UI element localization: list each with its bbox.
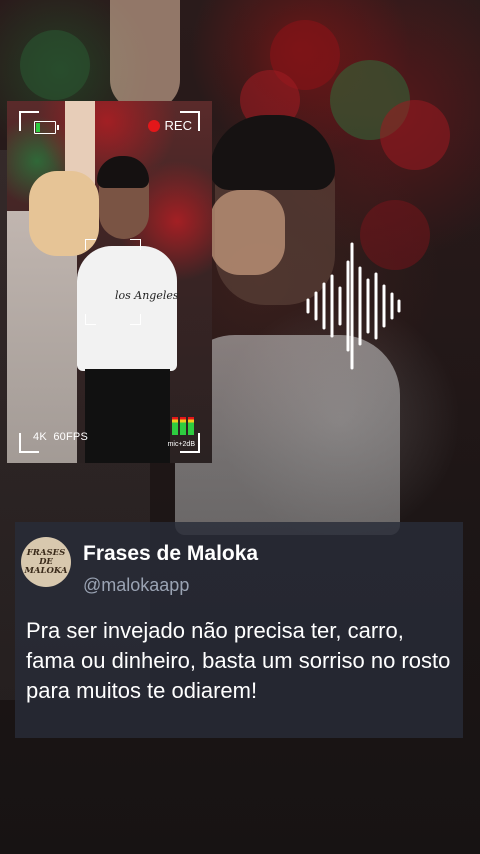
background-balloon [20,30,90,100]
account-handle[interactable]: @malokaapp [83,575,189,596]
camera-viewfinder: los Angeles REC 4K 60FPS mic+2dB [7,101,212,463]
background-hair [210,115,335,190]
viewfinder-pants [85,369,170,463]
mic-label: mic+2dB [167,441,195,448]
tweet-card: FRASES DE MALOKA Frases de Maloka @malok… [15,522,463,738]
account-name[interactable]: Frases de Maloka [83,542,258,566]
battery-level [36,123,40,132]
rec-dot-icon [147,119,160,132]
background-arm [110,0,180,110]
rec-label: REC [164,118,192,133]
background-balloon [380,100,450,170]
viewfinder-hair [97,156,149,188]
audio-level-meter-icon [172,417,194,435]
battery-icon [34,121,59,134]
avatar[interactable]: FRASES DE MALOKA [21,537,71,587]
background-hand [210,190,285,275]
quality-label: 4K 60FPS [33,431,88,443]
rec-indicator: REC [147,118,192,133]
avatar-logo-text: FRASES DE MALOKA [24,547,68,576]
audio-waveform-icon [306,242,401,370]
tweet-text: Pra ser invejado não precisa ter, carro,… [26,618,451,703]
focus-box [85,239,141,325]
background-photo: los Angeles REC 4K 60FPS mic+2dB FRASES … [0,0,480,854]
